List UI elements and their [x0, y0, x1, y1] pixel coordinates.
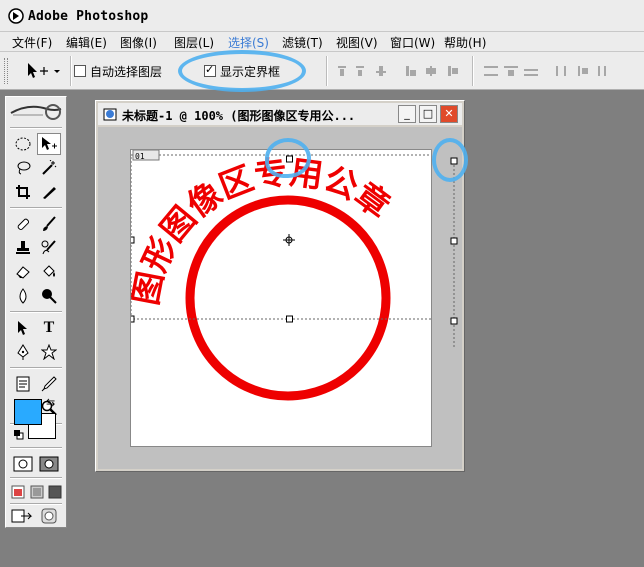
custom-shape-icon[interactable] — [37, 341, 61, 363]
dodge-icon[interactable] — [37, 285, 61, 307]
menu-view[interactable]: 视图(V) — [336, 34, 378, 51]
eyedropper-icon[interactable] — [37, 373, 61, 395]
move-icon[interactable] — [37, 133, 61, 155]
toolbox: T ⇆ — [5, 96, 67, 528]
align-buttons-icon[interactable] — [336, 64, 462, 78]
document-title-bar[interactable]: 未标题-1 @ 100% (图形图像区专用公... _ □ ✕ — [98, 103, 462, 125]
lasso-icon[interactable] — [11, 157, 35, 179]
menu-select[interactable]: 选择(S) — [228, 34, 269, 51]
crop-icon[interactable] — [11, 181, 35, 203]
auto-select-label: 自动选择图层 — [90, 64, 163, 79]
notes-icon[interactable] — [11, 373, 35, 395]
minimize-button[interactable]: _ — [398, 105, 416, 123]
document-area: 图形图像区专用公章 01 — [98, 127, 462, 469]
slice-icon[interactable] — [37, 181, 61, 203]
menu-bar: 文件(F) 编辑(E) 图像(I) 图层(L) 选择(S) 滤镜(T) 视图(V… — [0, 32, 644, 52]
menu-image[interactable]: 图像(I) — [120, 34, 157, 51]
blur-icon[interactable] — [11, 285, 35, 307]
menu-window[interactable]: 窗口(W) — [390, 34, 435, 51]
options-bar: 自动选择图层 显示定界框 — [0, 52, 644, 90]
menu-filter[interactable]: 滤镜(T) — [282, 34, 323, 51]
transform-handles-right — [450, 157, 458, 349]
magic-wand-icon[interactable] — [37, 157, 61, 179]
full-screen-icon[interactable] — [46, 481, 64, 503]
photoshop-logo-icon — [8, 8, 24, 24]
menu-layer[interactable]: 图层(L) — [174, 34, 214, 51]
handle-bottom-right[interactable] — [450, 317, 458, 325]
rect-marquee-icon[interactable] — [11, 133, 35, 155]
imageready-icon[interactable] — [38, 505, 62, 527]
auto-select-layer-checkbox[interactable]: 自动选择图层 — [74, 63, 162, 79]
maximize-button[interactable]: □ — [419, 105, 437, 123]
standard-mode-icon[interactable] — [11, 453, 35, 475]
options-grip[interactable] — [4, 58, 8, 84]
brush-icon[interactable] — [37, 213, 61, 235]
standard-screen-icon[interactable] — [9, 481, 27, 503]
menu-help[interactable]: 帮助(H) — [444, 34, 486, 51]
foreground-color-swatch[interactable] — [14, 399, 42, 425]
paint-bucket-icon[interactable] — [37, 261, 61, 283]
eraser-icon[interactable] — [11, 261, 35, 283]
default-colors-icon[interactable] — [14, 429, 24, 440]
highlight-corner-handle — [432, 138, 468, 182]
app-title: Adobe Photoshop — [28, 9, 149, 24]
full-screen-menu-icon[interactable] — [28, 481, 46, 503]
quick-mask-icon[interactable] — [37, 453, 61, 475]
menu-file[interactable]: 文件(F) — [12, 34, 52, 51]
clone-stamp-icon[interactable] — [11, 237, 35, 259]
highlight-show-bounding — [178, 50, 306, 92]
swap-colors-icon[interactable]: ⇆ — [46, 397, 55, 408]
history-brush-icon[interactable] — [37, 237, 61, 259]
app-title-bar: Adobe Photoshop — [0, 0, 644, 32]
auto-select-checkbox-box[interactable] — [74, 65, 86, 77]
jump-to-imageready-icon[interactable] — [10, 505, 36, 527]
document-icon — [103, 108, 117, 121]
healing-brush-icon[interactable] — [11, 213, 35, 235]
feather-logo-icon — [10, 104, 62, 120]
move-tool-preset-icon[interactable] — [24, 62, 64, 80]
document-title: 未标题-1 @ 100% (图形图像区专用公... — [122, 109, 356, 123]
close-button[interactable]: ✕ — [440, 105, 458, 123]
path-select-icon[interactable] — [11, 317, 35, 339]
handle-middle-right[interactable] — [450, 237, 458, 245]
highlight-top-handle — [265, 138, 311, 178]
distribute-buttons-icon[interactable] — [482, 64, 612, 78]
menu-edit[interactable]: 编辑(E) — [66, 34, 107, 51]
pen-icon[interactable] — [11, 341, 35, 363]
type-icon[interactable]: T — [37, 317, 61, 339]
